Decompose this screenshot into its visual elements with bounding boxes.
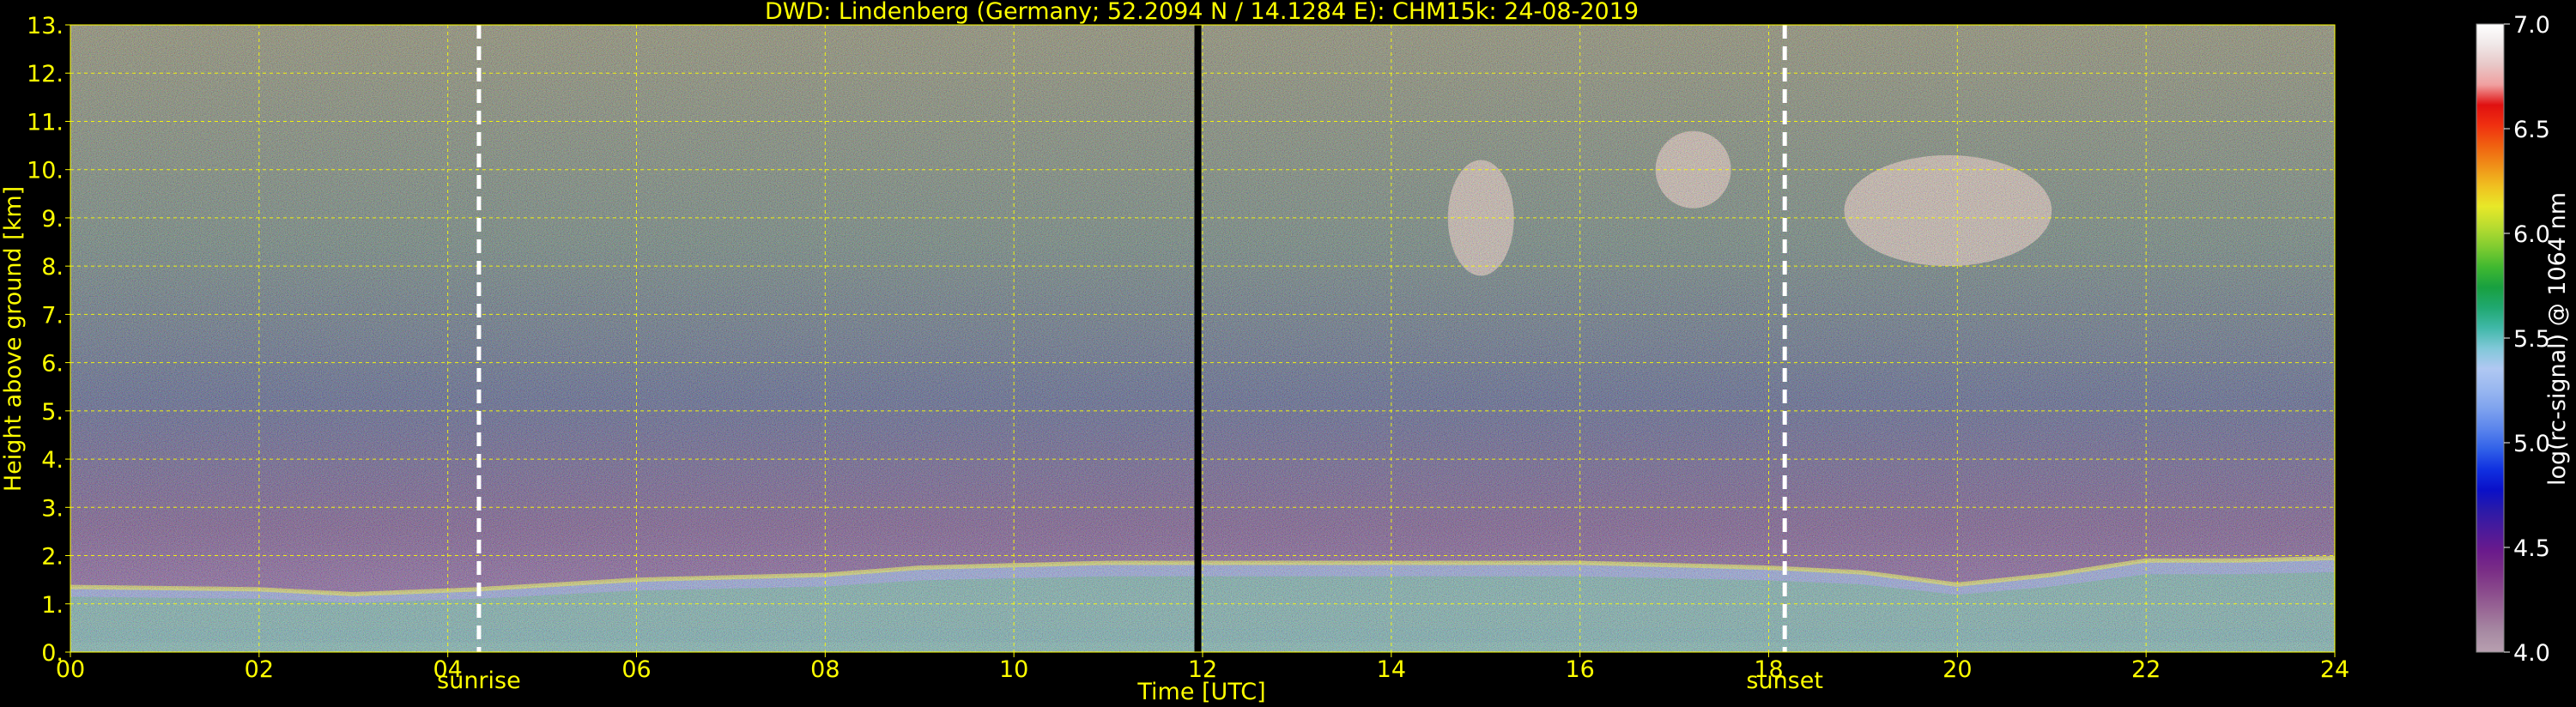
x-tick-label: 08: [810, 656, 839, 683]
y-tick-label: 5.: [41, 399, 64, 426]
colorbar-tick-label: 4.0: [2513, 640, 2550, 667]
y-tick-label: 1.: [41, 592, 64, 619]
y-tick-label: 3.: [41, 495, 64, 522]
data-gap-bar: [1194, 25, 1202, 652]
x-tick-label: 22: [2131, 656, 2161, 683]
colorbar-strip: [2476, 23, 2505, 653]
event-label-sunrise: sunrise: [437, 668, 521, 694]
x-tick-label: 06: [621, 656, 651, 683]
colorbar-label: log(rc-signal) @ 1064 nm: [2544, 192, 2571, 486]
y-tick-label: 11.: [27, 109, 64, 136]
x-tick-label: 02: [245, 656, 274, 683]
noise-overlay: [70, 25, 2335, 652]
y-tick-label: 10.: [27, 158, 64, 184]
x-tick-label: 20: [1943, 656, 1972, 683]
y-tick-label: 9.: [41, 206, 64, 233]
y-tick-label: 6.: [41, 351, 64, 378]
x-tick-label: 10: [999, 656, 1028, 683]
y-tick-label: 13.: [27, 13, 64, 39]
y-axis-label: Height above ground [km]: [0, 186, 27, 492]
x-tick-label: 16: [1565, 656, 1594, 683]
chart-figure: 0. 1. 2. 3. 4. 5. 6. 7. 8. 9. 10. 11. 12. 13. 00 02 04 0…: [0, 0, 2576, 707]
colorbar-tick-label: 7.0: [2513, 12, 2550, 39]
y-tick-label: 7.: [41, 302, 64, 329]
colorbar-tick-label: 4.5: [2513, 535, 2550, 562]
colorbar-tick-label: 6.5: [2513, 117, 2550, 143]
colorbar: 4.04.55.05.56.06.57.0 log(rc-signal) @ 1…: [2476, 12, 2571, 667]
chart-title: DWD: Lindenberg (Germany; 52.2094 N / 14…: [765, 0, 1639, 25]
x-axis-label: Time [UTC]: [1136, 679, 1265, 705]
y-tick-label: 12.: [27, 61, 64, 88]
x-tick-label: 14: [1377, 656, 1406, 683]
colorbar-ticks: 4.04.55.05.56.06.57.0: [2504, 12, 2550, 667]
x-tick-label: 00: [56, 656, 85, 683]
ceilometer-chart: 0.1.2.3.4.5.6.7.8.9.10.11.12.13. 00 02 04 0…: [0, 0, 2571, 705]
y-tick-label: 8.: [41, 254, 64, 281]
event-label-sunset: sunset: [1746, 668, 1823, 694]
x-tick-label: 24: [2320, 656, 2349, 683]
y-tick-label: 2.: [41, 544, 64, 571]
plot-area: [70, 25, 2335, 652]
y-ticks: 0.1.2.3.4.5.6.7.8.9.10.11.12.13.: [27, 13, 70, 667]
y-tick-label: 4.: [41, 447, 64, 474]
